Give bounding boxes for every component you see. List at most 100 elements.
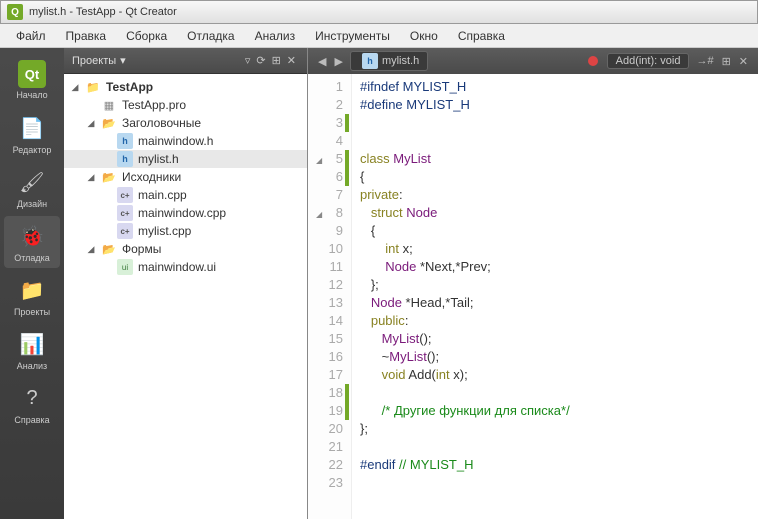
expand-icon[interactable]: ◢	[84, 118, 98, 129]
mode-icon: 🖌	[17, 167, 47, 197]
tree-source-file[interactable]: c+mainwindow.cpp	[64, 204, 307, 222]
mode-дизайн[interactable]: 🖌Дизайн	[4, 162, 60, 214]
dropdown-icon[interactable]: ▾	[120, 54, 126, 67]
code-line[interactable]: };	[360, 276, 750, 294]
split-icon[interactable]: ⊞	[272, 54, 281, 67]
code-line[interactable]: void Add(int x);	[360, 366, 750, 384]
mode-icon: Qt	[18, 60, 46, 88]
tree-label: mylist.h	[136, 152, 179, 166]
editor-toolbar: ◀ ▶ h mylist.h Add(int): void →# ⊞ ✕	[308, 48, 758, 74]
split-editor-icon[interactable]: ⊞	[722, 55, 731, 68]
tree-source-file[interactable]: c+main.cpp	[64, 186, 307, 204]
sync-icon[interactable]: ⟳	[256, 54, 265, 67]
code-line[interactable]	[360, 438, 750, 456]
folder-icon: 📂	[101, 169, 117, 185]
close-editor-icon[interactable]: ✕	[739, 55, 748, 68]
filter-icon[interactable]: ▿	[245, 54, 251, 67]
symbol-label: Add(int): void	[616, 55, 681, 67]
mode-label: Справка	[14, 415, 49, 425]
line-number: 21	[308, 438, 349, 456]
folder-icon: 📁	[85, 79, 101, 95]
tree-root[interactable]: ◢📁TestApp	[64, 78, 307, 96]
tree-label: main.cpp	[136, 188, 187, 202]
nav-back-icon[interactable]: ◀	[318, 55, 326, 68]
tree-pro-file[interactable]: ▦TestApp.pro	[64, 96, 307, 114]
code-line[interactable]: };	[360, 420, 750, 438]
line-number: 11	[308, 258, 349, 276]
mode-отладка[interactable]: 🐞Отладка	[4, 216, 60, 268]
code-line[interactable]: #define MYLIST_H	[360, 96, 750, 114]
menu-tools[interactable]: Инструменты	[305, 26, 400, 46]
tree-headers-folder[interactable]: ◢📂Заголовочные	[64, 114, 307, 132]
code-line[interactable]	[360, 384, 750, 402]
menu-window[interactable]: Окно	[400, 26, 448, 46]
line-number: 5	[308, 150, 349, 168]
expand-icon[interactable]: ◢	[84, 244, 98, 255]
tree-header-file[interactable]: hmainwindow.h	[64, 132, 307, 150]
menu-analyze[interactable]: Анализ	[245, 26, 306, 46]
mode-icon: 🐞	[17, 221, 47, 251]
code-line[interactable]: public:	[360, 312, 750, 330]
code-line[interactable]: MyList();	[360, 330, 750, 348]
line-number: 20	[308, 420, 349, 438]
h-icon: h	[117, 151, 133, 167]
code-line[interactable]: /* Другие функции для списка*/	[360, 402, 750, 420]
tree-form-file[interactable]: uimainwindow.ui	[64, 258, 307, 276]
title-bar: Q mylist.h - TestApp - Qt Creator	[0, 0, 758, 24]
code-line[interactable]: ~MyList();	[360, 348, 750, 366]
code-line[interactable]: int x;	[360, 240, 750, 258]
symbol-selector[interactable]: Add(int): void	[607, 53, 690, 69]
project-tree: ◢📁TestApp▦TestApp.pro◢📂Заголовочныеhmain…	[64, 74, 307, 519]
tree-label: Исходники	[120, 170, 181, 184]
tree-source-file[interactable]: c+mylist.cpp	[64, 222, 307, 240]
tree-header-file[interactable]: hmylist.h	[64, 150, 307, 168]
code-content[interactable]: #ifndef MYLIST_H#define MYLIST_Hclass My…	[352, 74, 758, 519]
mode-label: Анализ	[17, 361, 47, 371]
code-line[interactable]: {	[360, 168, 750, 186]
mode-анализ[interactable]: 📊Анализ	[4, 324, 60, 376]
mode-проекты[interactable]: 📁Проекты	[4, 270, 60, 322]
menu-debug[interactable]: Отладка	[177, 26, 244, 46]
line-number: 8	[308, 204, 349, 222]
tree-forms-folder[interactable]: ◢📂Формы	[64, 240, 307, 258]
mode-начало[interactable]: QtНачало	[4, 54, 60, 106]
code-line[interactable]	[360, 114, 750, 132]
code-line[interactable]: class MyList	[360, 150, 750, 168]
line-number: 9	[308, 222, 349, 240]
code-line[interactable]	[360, 474, 750, 492]
menu-file[interactable]: Файл	[6, 26, 56, 46]
code-line[interactable]: {	[360, 222, 750, 240]
code-line[interactable]: Node *Next,*Prev;	[360, 258, 750, 276]
expand-icon[interactable]: ◢	[68, 82, 82, 93]
tree-label: TestApp.pro	[120, 98, 186, 112]
code-line[interactable]: #ifndef MYLIST_H	[360, 78, 750, 96]
open-file-tab[interactable]: h mylist.h	[350, 51, 428, 71]
code-line[interactable]: #endif // MYLIST_H	[360, 456, 750, 474]
folder-icon: 📂	[101, 115, 117, 131]
cpp-icon: c+	[117, 187, 133, 203]
menu-build[interactable]: Сборка	[116, 26, 177, 46]
breakpoint-icon	[588, 56, 598, 66]
mode-label: Проекты	[14, 307, 50, 317]
mode-справка[interactable]: ?Справка	[4, 378, 60, 430]
close-panel-icon[interactable]: ✕	[287, 54, 296, 67]
line-number: 6	[308, 168, 349, 186]
mode-редактор[interactable]: 📄Редактор	[4, 108, 60, 160]
tree-label: Заголовочные	[120, 116, 201, 130]
cpp-icon: c+	[117, 205, 133, 221]
tree-sources-folder[interactable]: ◢📂Исходники	[64, 168, 307, 186]
code-line[interactable]	[360, 132, 750, 150]
nav-fwd-icon[interactable]: ▶	[334, 55, 342, 68]
menu-help[interactable]: Справка	[448, 26, 515, 46]
code-line[interactable]: private:	[360, 186, 750, 204]
project-panel-title: Проекты	[72, 55, 116, 67]
line-number: 12	[308, 276, 349, 294]
line-number: 13	[308, 294, 349, 312]
expand-icon[interactable]: ◢	[84, 172, 98, 183]
code-line[interactable]: struct Node	[360, 204, 750, 222]
line-jump-icon[interactable]: →#	[696, 55, 713, 67]
line-number: 3	[308, 114, 349, 132]
menu-edit[interactable]: Правка	[56, 26, 117, 46]
code-editor[interactable]: 1234567891011121314151617181920212223 #i…	[308, 74, 758, 519]
code-line[interactable]: Node *Head,*Tail;	[360, 294, 750, 312]
